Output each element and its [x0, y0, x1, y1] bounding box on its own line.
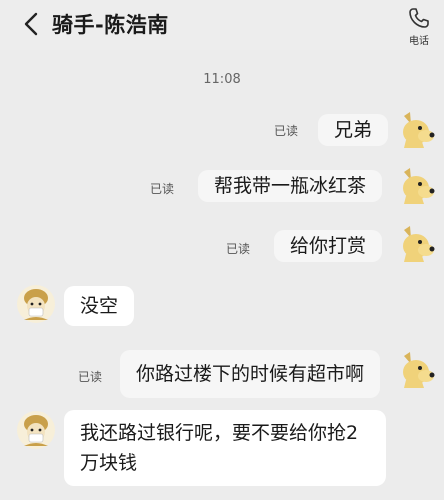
message-bubble[interactable]: 帮我带一瓶冰红茶 [198, 170, 383, 202]
chevron-left-icon [24, 12, 38, 36]
phone-icon [409, 8, 429, 28]
chat-title: 骑手-陈浩南 [52, 13, 169, 37]
message-bubble[interactable]: 兄弟 [318, 114, 389, 146]
avatar-monkey-icon[interactable] [16, 410, 56, 450]
message-row: 我还路过银行呢，要不要给你抢2万块钱 [0, 404, 444, 494]
read-receipt: 已读 [150, 182, 175, 196]
avatar-monkey-icon[interactable] [16, 284, 56, 324]
message-row: 已读 你路过楼下的时候有超市啊 [0, 344, 444, 400]
message-bubble[interactable]: 你路过楼下的时候有超市啊 [120, 350, 381, 398]
message-bubble[interactable]: 我还路过银行呢，要不要给你抢2万块钱 [64, 410, 386, 486]
message-row: 没空 [0, 282, 444, 332]
message-bubble[interactable]: 给你打赏 [274, 230, 383, 262]
avatar-dog-icon[interactable] [394, 110, 435, 150]
avatar-dog-icon[interactable] [394, 166, 435, 206]
read-receipt: 已读 [226, 242, 251, 256]
back-button[interactable] [20, 10, 44, 38]
read-receipt: 已读 [274, 124, 299, 138]
chat-header: 骑手-陈浩南 电话 [0, 0, 444, 50]
message-row: 已读 给你打赏 [0, 220, 444, 270]
message-row: 已读 兄弟 [0, 108, 444, 154]
message-timestamp: 11:08 [203, 72, 241, 87]
phone-label: 电话 [409, 36, 429, 47]
message-bubble[interactable]: 没空 [64, 286, 135, 326]
avatar-dog-icon[interactable] [394, 350, 435, 390]
message-row: 已读 帮我带一瓶冰红茶 [0, 162, 444, 212]
read-receipt: 已读 [78, 370, 103, 384]
avatar-dog-icon[interactable] [394, 224, 435, 264]
phone-button[interactable]: 电话 [404, 6, 434, 47]
